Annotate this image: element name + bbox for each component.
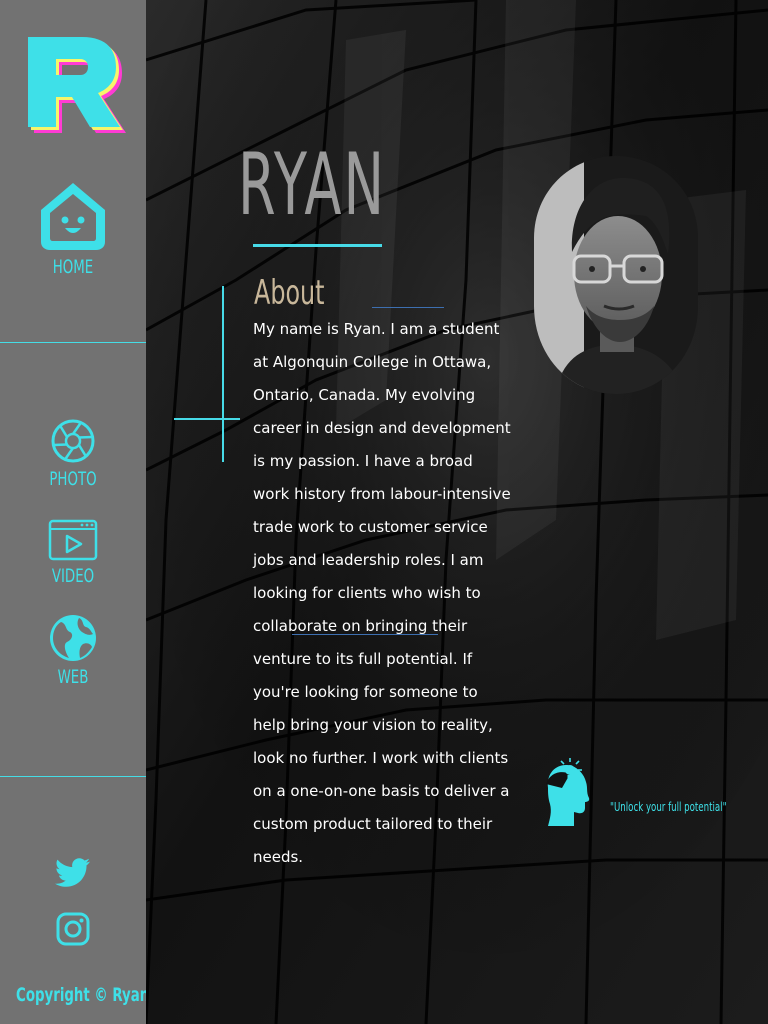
copyright-text: Copyright © Ryan — [16, 984, 150, 1006]
twitter-icon — [55, 858, 90, 887]
main-content: RYAN About My name is Ryan. I am a stude… — [146, 0, 768, 1024]
nav-video-label: VIDEO — [51, 565, 95, 587]
video-player-icon — [48, 519, 98, 561]
twitter-link[interactable] — [0, 858, 146, 888]
about-heading: About — [254, 273, 325, 313]
camera-aperture-icon — [51, 419, 95, 463]
nav-web[interactable]: WEB — [0, 614, 146, 688]
nav-video[interactable]: VIDEO — [0, 519, 146, 587]
decorative-horizontal-line — [174, 418, 240, 420]
nav-web-label: WEB — [57, 666, 89, 688]
profile-photo — [534, 156, 698, 394]
nav-home-label: HOME — [52, 256, 94, 278]
quote-text: "Unlock your full potential" — [610, 800, 727, 814]
about-text: My name is Ryan. I am a student at Algon… — [253, 320, 511, 866]
hero-name: RYAN — [238, 135, 387, 235]
about-heading-dash — [372, 307, 444, 308]
house-face-icon — [41, 183, 105, 250]
logo[interactable] — [22, 34, 128, 136]
instagram-icon — [56, 912, 90, 946]
r-logo-icon — [28, 37, 126, 133]
head-lightbulb-icon — [546, 758, 590, 826]
nav-photo-label: PHOTO — [49, 468, 97, 490]
sidebar-divider — [0, 342, 146, 343]
nav-photo[interactable]: PHOTO — [0, 418, 146, 490]
nav-home[interactable]: HOME — [0, 180, 146, 278]
sidebar-divider — [0, 776, 146, 777]
instagram-link[interactable] — [0, 912, 146, 946]
globe-icon — [50, 615, 96, 661]
hero-name-underline — [253, 244, 382, 247]
sidebar: HOME PHOTO VIDEO WEB Copyright © Ryan — [0, 0, 150, 1024]
text-highlight-underline — [292, 634, 438, 635]
decorative-vertical-line — [222, 286, 224, 462]
